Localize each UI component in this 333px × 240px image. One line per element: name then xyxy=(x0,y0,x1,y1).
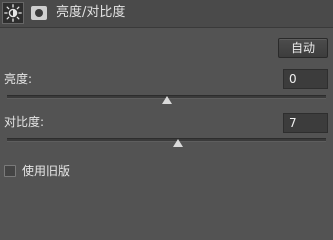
brightness-contrast-properties-panel: 亮度/对比度 自动 亮度: 0 对比度: 7 使用旧版 xyxy=(0,0,333,205)
brightness-label: 亮度: xyxy=(4,72,33,86)
use-legacy-label[interactable]: 使用旧版 xyxy=(22,164,70,178)
contrast-input[interactable]: 7 xyxy=(283,113,328,133)
layer-mask-icon[interactable] xyxy=(31,6,47,20)
brightness-input[interactable]: 0 xyxy=(283,69,328,89)
panel-header: 亮度/对比度 xyxy=(0,0,333,28)
auto-button[interactable]: 自动 xyxy=(278,38,328,58)
use-legacy-checkbox[interactable] xyxy=(4,165,16,177)
brightness-slider-thumb[interactable] xyxy=(161,96,172,104)
contrast-slider-thumb[interactable] xyxy=(172,139,183,147)
contrast-slider-track[interactable] xyxy=(7,138,326,142)
sun-brightness-icon[interactable] xyxy=(2,2,24,24)
panel-title: 亮度/对比度 xyxy=(56,5,126,20)
contrast-label: 对比度: xyxy=(4,115,45,129)
